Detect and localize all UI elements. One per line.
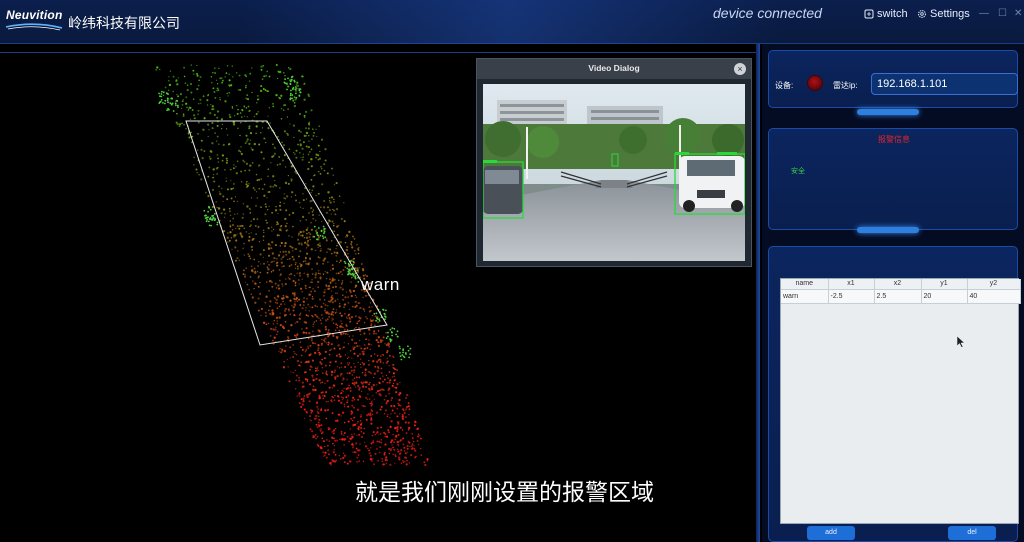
panel-divider-tab: [857, 227, 919, 233]
device-panel: 设备: 雷达ip:: [768, 50, 1018, 108]
minimize-icon[interactable]: —: [979, 8, 989, 19]
column-header[interactable]: y1: [921, 279, 968, 290]
zones-panel: name x1 x2 y1 y2 warn -2.5 2.5 20 40: [768, 246, 1021, 542]
warning-zone-outline: [185, 120, 388, 346]
settings-button[interactable]: Settings: [917, 8, 970, 20]
maximize-icon[interactable]: ☐: [998, 8, 1007, 19]
alarm-panel: 报警信息 安全: [768, 128, 1018, 230]
radar-ip-input[interactable]: [871, 73, 1018, 95]
alarm-status: 安全: [791, 168, 805, 175]
video-dialog-close-icon[interactable]: ×: [734, 63, 746, 75]
column-header[interactable]: x2: [874, 279, 922, 290]
camera-scene: [483, 84, 745, 261]
camera-feed: [483, 84, 745, 261]
table-row[interactable]: warn -2.5 2.5 20 40: [781, 289, 1021, 304]
close-icon[interactable]: ✕: [1014, 8, 1022, 19]
column-header[interactable]: x1: [828, 279, 875, 290]
switch-label: switch: [877, 8, 908, 20]
radar-ip-label: 雷达ip:: [833, 81, 858, 90]
title-bar-decoration: [240, 0, 780, 44]
connection-status: device connected: [713, 5, 822, 21]
logo-text: Neuvition: [6, 8, 63, 22]
delete-zone-button[interactable]: del: [948, 526, 996, 540]
alarm-title: 报警信息: [878, 135, 910, 144]
zones-table[interactable]: name x1 x2 y1 y2 warn -2.5 2.5 20 40: [780, 278, 1021, 524]
column-header[interactable]: y2: [967, 279, 1021, 290]
mouse-cursor-icon: [957, 336, 965, 348]
table-cell[interactable]: -2.5: [828, 289, 875, 304]
company-logo: Neuvition: [6, 8, 62, 34]
zone-label: warn: [361, 275, 400, 294]
add-zone-button[interactable]: add: [807, 526, 855, 540]
switch-icon: [864, 9, 874, 19]
right-panel: 设备: 雷达ip: 报警信息 安全 name x1 x2 y1 y2: [762, 44, 1024, 542]
device-status-light: [807, 75, 823, 91]
logo-swoosh-icon: [6, 23, 62, 31]
column-header[interactable]: name: [781, 279, 829, 290]
device-label: 设备:: [775, 81, 794, 90]
video-dialog-title: Video Dialog: [588, 63, 640, 73]
video-dialog-titlebar[interactable]: Video Dialog ×: [477, 59, 751, 79]
viewport-divider: [756, 44, 760, 542]
settings-label: Settings: [930, 8, 970, 20]
panel-divider-tab: [857, 109, 919, 115]
switch-button[interactable]: switch: [864, 8, 908, 20]
company-name: 岭纬科技有限公司: [68, 15, 180, 31]
table-cell[interactable]: 2.5: [874, 289, 922, 304]
title-bar: Neuvition 岭纬科技有限公司 device connected swit…: [0, 0, 1024, 44]
table-cell[interactable]: warn: [781, 289, 829, 304]
table-cell[interactable]: 20: [921, 289, 968, 304]
table-header-row: name x1 x2 y1 y2: [781, 279, 1021, 290]
table-cell[interactable]: 40: [967, 289, 1021, 304]
gear-icon: [918, 10, 926, 18]
video-dialog[interactable]: Video Dialog ×: [476, 58, 752, 267]
video-subtitle: 就是我们刚刚设置的报警区域: [355, 480, 654, 506]
